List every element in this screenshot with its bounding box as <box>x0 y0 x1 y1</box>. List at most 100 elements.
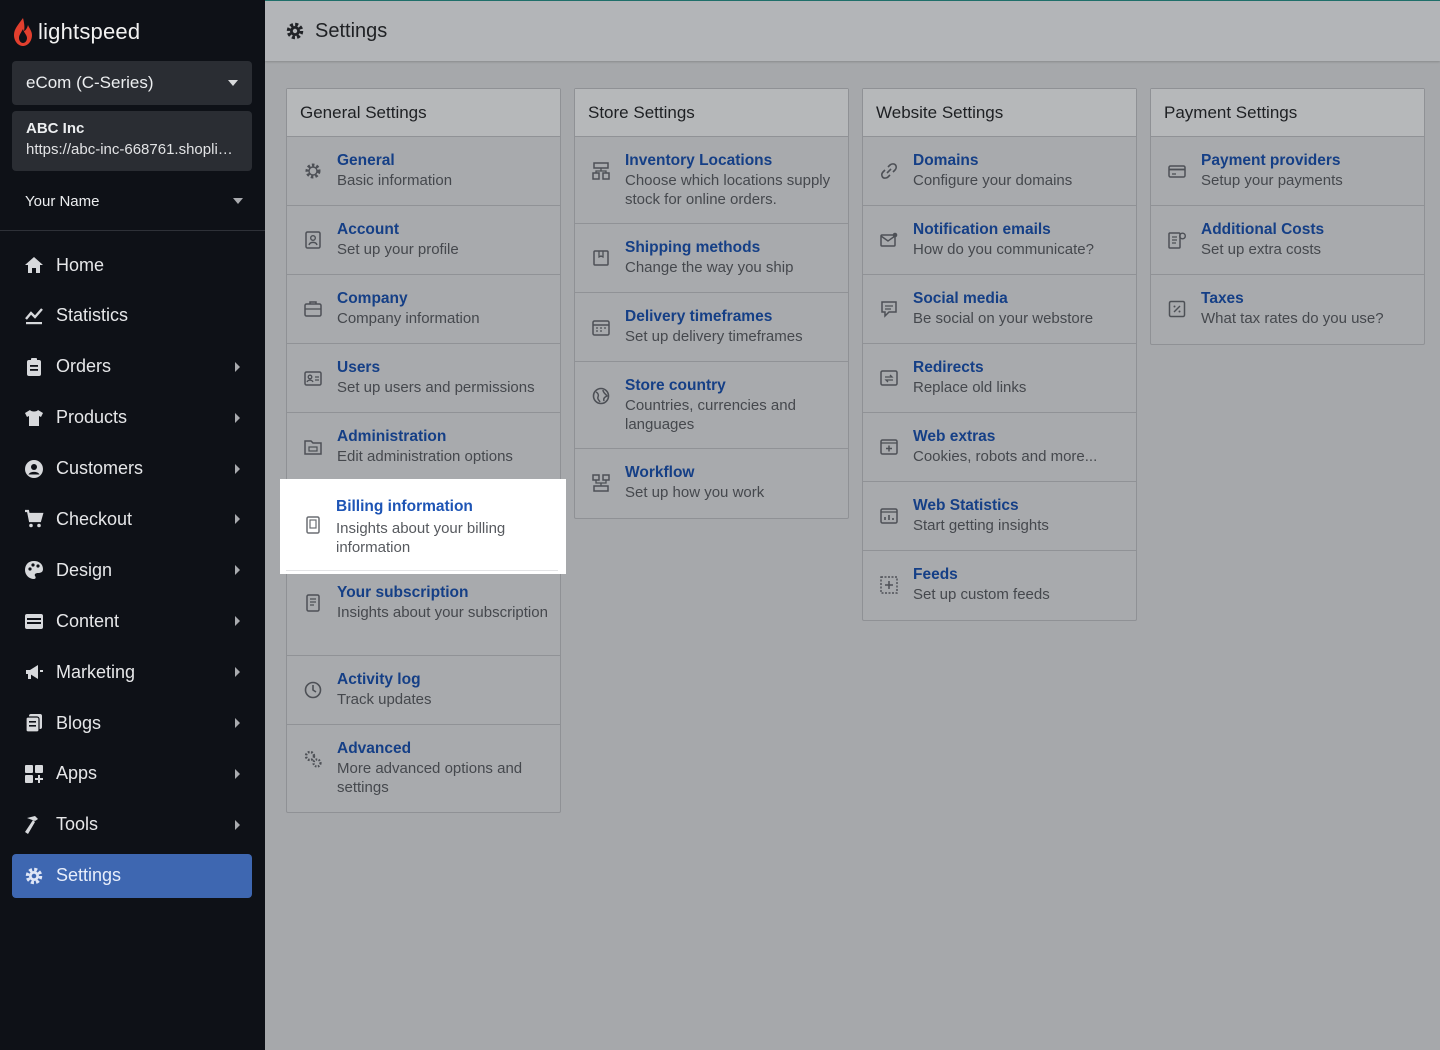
item-description: What tax rates do you use? <box>1201 310 1384 327</box>
item-description: Cookies, robots and more... <box>913 448 1098 465</box>
settings-item-social-media[interactable]: Social media Be social on your webstore <box>863 275 1136 344</box>
sidebar-item-label: Home <box>56 254 105 275</box>
chevron-right-icon <box>235 768 240 779</box>
settings-item-general[interactable]: General Basic information <box>287 137 560 206</box>
palette-icon <box>24 560 44 580</box>
panel-title: Website Settings <box>863 89 1136 137</box>
sidebar-item-orders[interactable]: Orders <box>12 345 252 389</box>
sidebar-item-label: Checkout <box>56 508 133 529</box>
sidebar-item-blogs[interactable]: Blogs <box>12 701 252 745</box>
lightspeed-logo[interactable]: lightspeed <box>12 16 140 48</box>
globe-icon <box>591 386 613 408</box>
calendar-icon <box>591 317 613 339</box>
sidebar-divider <box>0 230 265 231</box>
sidebar-item-tools[interactable]: Tools <box>12 803 252 847</box>
window-plus-icon <box>879 437 901 459</box>
item-description: How do you communicate? <box>913 241 1094 258</box>
item-description: Edit administration options <box>337 448 513 465</box>
item-description: Set up users and permissions <box>337 379 535 396</box>
item-title: Notification emails <box>913 221 1051 238</box>
sidebar-item-label: Apps <box>56 763 98 784</box>
item-title: Administration <box>337 428 447 445</box>
settings-item-web-statistics[interactable]: Web Statistics Start getting insights <box>863 482 1136 551</box>
store-selector[interactable]: eCom (C-Series) <box>12 61 252 105</box>
panel-title: Store Settings <box>575 89 848 137</box>
panel-title: General Settings <box>287 89 560 137</box>
item-description: Replace old links <box>913 379 1027 396</box>
settings-item-notification-emails[interactable]: Notification emails How do you communicat… <box>863 206 1136 275</box>
item-description: Track updates <box>337 691 432 708</box>
settings-item-subscription[interactable]: Your subscription Insights about your sub… <box>287 569 560 656</box>
box-icon <box>591 248 613 270</box>
sidebar-item-design[interactable]: Design <box>12 548 252 592</box>
settings-item-redirects[interactable]: Redirects Replace old links <box>863 344 1136 413</box>
sidebar-item-content[interactable]: Content <box>12 599 252 643</box>
sidebar-item-label: Design <box>56 559 113 580</box>
chevron-right-icon <box>235 718 240 729</box>
item-description: Insights about your subscription <box>337 604 548 621</box>
settings-item-inventory-locations[interactable]: Inventory Locations Choose which location… <box>575 137 848 224</box>
chevron-right-icon <box>235 616 240 627</box>
cart-icon <box>24 509 44 529</box>
sidebar-item-marketing[interactable]: Marketing <box>12 650 252 694</box>
shop-url[interactable]: https://abc-inc-668761.shoplightspeed.co… <box>26 141 238 158</box>
item-title: Company <box>337 290 408 307</box>
settings-item-taxes[interactable]: Taxes What tax rates do you use? <box>1151 275 1424 344</box>
briefcase-icon <box>303 299 325 321</box>
shirt-icon <box>24 408 44 428</box>
settings-item-company[interactable]: Company Company information <box>287 275 560 344</box>
item-title: Feeds <box>913 566 958 583</box>
general-settings-panel: General Settings General Basic informatio… <box>286 88 561 813</box>
settings-item-domains[interactable]: Domains Configure your domains <box>863 137 1136 206</box>
sidebar-item-checkout[interactable]: Checkout <box>12 497 252 541</box>
redirect-icon <box>879 368 901 390</box>
hammer-icon <box>24 815 44 835</box>
apps-icon <box>24 764 44 784</box>
payment-settings-panel: Payment Settings Payment providers Setup … <box>1150 88 1425 345</box>
settings-item-delivery-timeframes[interactable]: Delivery timeframes Set up delivery timef… <box>575 293 848 362</box>
settings-item-shipping-methods[interactable]: Shipping methods Change the way you ship <box>575 224 848 293</box>
sidebar-item-home[interactable]: Home <box>12 243 252 287</box>
sidebar-item-label: Blogs <box>56 712 102 733</box>
settings-item-activity-log[interactable]: Activity log Track updates <box>287 656 560 725</box>
item-title: Domains <box>913 152 979 169</box>
item-title: Web Statistics <box>913 497 1019 514</box>
settings-item-users[interactable]: Users Set up users and permissions <box>287 344 560 413</box>
shop-card[interactable]: ABC Inc https://abc-inc-668761.shoplight… <box>12 111 252 171</box>
bar-chart-icon <box>879 506 901 528</box>
settings-item-payment-providers[interactable]: Payment providers Setup your payments <box>1151 137 1424 206</box>
item-description: Basic information <box>337 172 453 189</box>
settings-item-workflow[interactable]: Workflow Set up how you work <box>575 449 848 518</box>
chevron-right-icon <box>235 463 240 474</box>
clock-icon <box>303 680 325 702</box>
item-title: Your subscription <box>337 584 469 601</box>
item-title: Shipping methods <box>625 239 761 256</box>
item-description: Be social on your webstore <box>913 310 1094 327</box>
divider <box>286 570 558 571</box>
panel-title: Payment Settings <box>1151 89 1424 137</box>
settings-item-web-extras[interactable]: Web extras Cookies, robots and more... <box>863 413 1136 482</box>
settings-item-feeds[interactable]: Feeds Set up custom feeds <box>863 551 1136 620</box>
settings-item-account[interactable]: Account Set up your profile <box>287 206 560 275</box>
settings-item-advanced[interactable]: Advanced More advanced options and settin… <box>287 725 560 812</box>
shop-name: ABC Inc <box>26 120 85 137</box>
users-card-icon <box>303 368 325 390</box>
feed-plus-icon <box>879 575 901 597</box>
sidebar-item-apps[interactable]: Apps <box>12 752 252 796</box>
settings-item-additional-costs[interactable]: Additional Costs Set up extra costs <box>1151 206 1424 275</box>
item-description: Configure your domains <box>913 172 1073 189</box>
settings-item-administration[interactable]: Administration Edit administration option… <box>287 413 560 482</box>
sidebar-item-statistics[interactable]: Statistics <box>12 294 252 338</box>
sidebar-item-customers[interactable]: Customers <box>12 447 252 491</box>
sidebar-item-products[interactable]: Products <box>12 396 252 440</box>
chevron-right-icon <box>235 565 240 576</box>
settings-item-billing-information[interactable]: Billing information Insights about your … <box>280 479 566 574</box>
item-description: Choose which locations supply stock for … <box>625 172 831 208</box>
locations-icon <box>591 161 613 183</box>
email-notification-icon <box>879 230 901 252</box>
user-menu[interactable]: Your Name <box>25 188 243 214</box>
sidebar-item-settings[interactable]: Settings <box>12 853 252 898</box>
item-description: Set up custom feeds <box>913 586 1050 603</box>
settings-item-store-country[interactable]: Store country Countries, currencies and l… <box>575 362 848 449</box>
percent-icon <box>1167 299 1189 321</box>
